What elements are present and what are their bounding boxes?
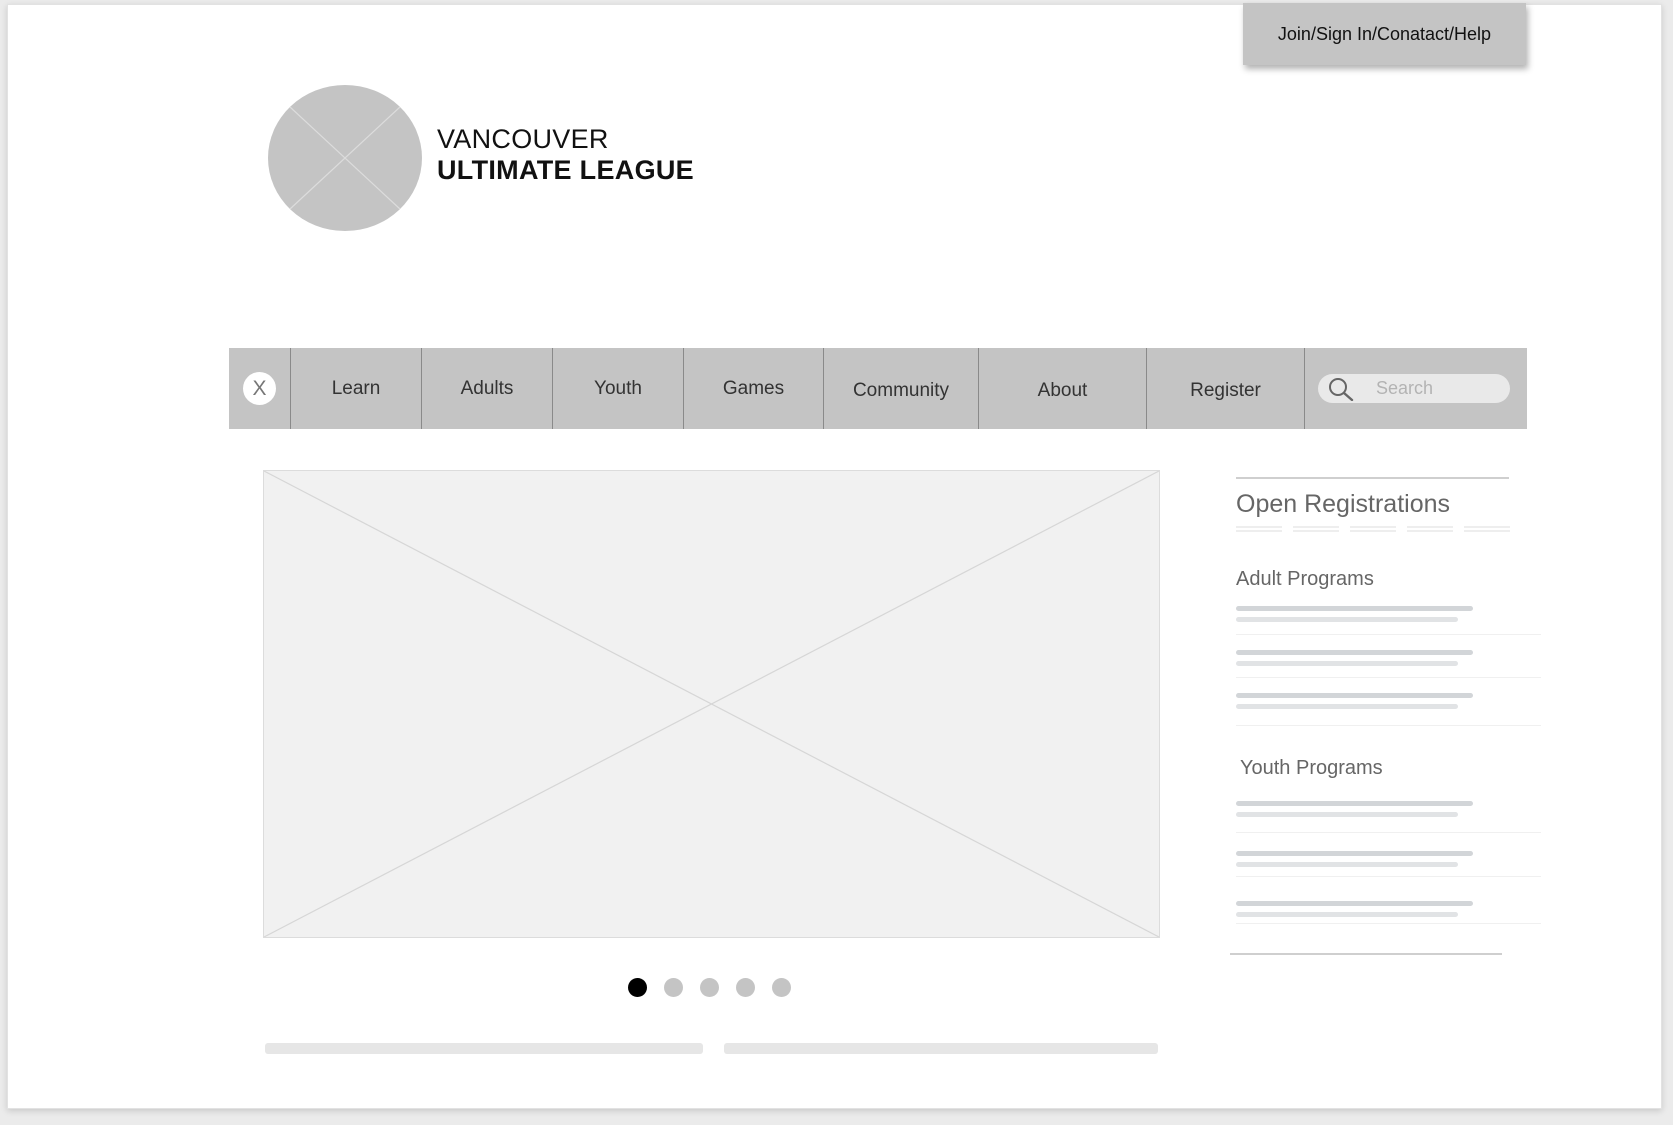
sidebar-divider-top	[1236, 477, 1509, 479]
content-placeholder-bar-right	[724, 1043, 1158, 1054]
adult-program-item-1[interactable]	[1236, 606, 1541, 622]
list-separator	[1236, 923, 1541, 924]
content-placeholder-bar-left	[265, 1043, 703, 1054]
sidebar-title: Open Registrations	[1236, 490, 1451, 518]
carousel-dot-5[interactable]	[772, 978, 791, 997]
carousel-pagination	[628, 978, 791, 998]
nav-item-register[interactable]: Register	[1147, 348, 1305, 429]
sidebar-divider-bottom	[1230, 953, 1502, 955]
search-icon	[1329, 378, 1354, 401]
main-navigation: X Learn Adults Youth Games Community Abo…	[229, 348, 1527, 429]
list-separator	[1236, 634, 1541, 635]
image-placeholder-icon	[264, 471, 1159, 937]
carousel-dot-4[interactable]	[736, 978, 755, 997]
nav-close-cell: X	[229, 348, 291, 429]
hero-image-placeholder[interactable]	[263, 470, 1160, 938]
adult-program-item-2[interactable]	[1236, 650, 1541, 666]
list-separator	[1236, 677, 1541, 678]
carousel-dot-1[interactable]	[628, 978, 647, 997]
adult-program-item-3[interactable]	[1236, 693, 1541, 709]
brand-name-line2: ULTIMATE LEAGUE	[437, 155, 694, 185]
carousel-dot-2[interactable]	[664, 978, 683, 997]
list-separator	[1236, 832, 1541, 833]
list-separator	[1236, 725, 1541, 726]
nav-item-community[interactable]: Community	[824, 348, 979, 429]
nav-item-youth[interactable]: Youth	[553, 348, 684, 429]
nav-item-about[interactable]: About	[979, 348, 1147, 429]
logo-placeholder[interactable]	[268, 85, 422, 231]
youth-program-item-1[interactable]	[1236, 801, 1541, 817]
youth-program-item-2[interactable]	[1236, 851, 1541, 867]
join-signin-contact-help-button[interactable]: Join/Sign In/Conatact/Help	[1243, 3, 1526, 65]
nav-item-games[interactable]: Games	[684, 348, 824, 429]
image-placeholder-icon	[289, 106, 401, 210]
search-input[interactable]	[1376, 374, 1496, 403]
section-label-adult-programs: Adult Programs	[1236, 568, 1374, 590]
nav-item-learn[interactable]: Learn	[291, 348, 422, 429]
nav-item-adults[interactable]: Adults	[422, 348, 553, 429]
search-box[interactable]	[1318, 374, 1510, 403]
section-label-youth-programs: Youth Programs	[1240, 757, 1383, 779]
close-icon[interactable]: X	[243, 372, 276, 405]
sidebar-title-underline	[1236, 526, 1510, 532]
list-separator	[1236, 876, 1541, 877]
brand-name-line1: VANCOUVER	[437, 124, 609, 154]
youth-program-item-3[interactable]	[1236, 901, 1541, 917]
carousel-dot-3[interactable]	[700, 978, 719, 997]
nav-search-cell	[1305, 348, 1527, 429]
